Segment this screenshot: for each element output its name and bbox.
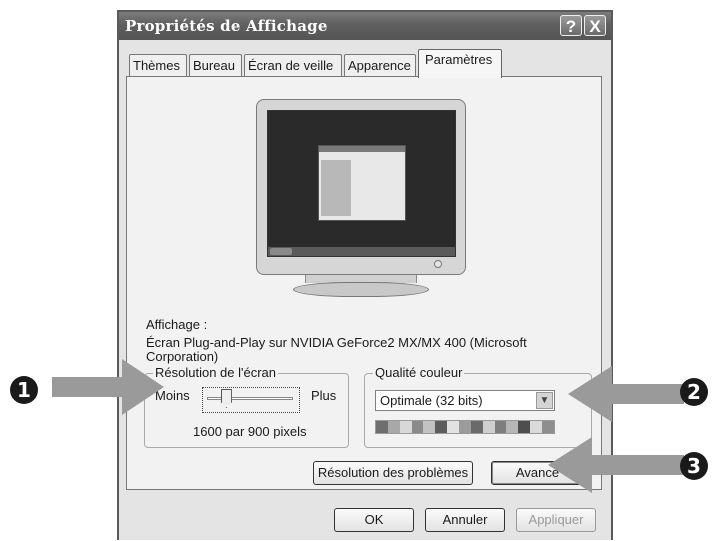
troubleshoot-button[interactable]: Résolution des problèmes xyxy=(313,461,473,485)
monitor-screen xyxy=(267,110,456,257)
resolution-group-label: Résolution de l'écran xyxy=(153,365,278,380)
tab-settings[interactable]: Paramètres xyxy=(418,49,502,78)
ok-button[interactable]: OK xyxy=(334,508,414,532)
display-device-line1: Écran Plug-and-Play sur NVIDIA GeForce2 … xyxy=(146,335,527,350)
tab-screensaver[interactable]: Écran de veille xyxy=(244,54,342,76)
callout-badge-2: 2 xyxy=(680,378,708,406)
color-swatch xyxy=(530,421,543,433)
callout-badge-3: 3 xyxy=(680,452,708,480)
color-swatch xyxy=(542,421,554,433)
close-button[interactable]: X xyxy=(584,15,606,36)
color-swatch xyxy=(494,421,507,433)
apply-button[interactable]: Appliquer xyxy=(516,508,596,532)
window-title: Propriétés de Affichage xyxy=(125,17,328,35)
power-led-icon xyxy=(434,260,442,268)
callout-arrow-3 xyxy=(548,437,684,493)
display-label: Affichage : xyxy=(146,317,208,332)
preview-start-button xyxy=(270,248,292,255)
title-bar[interactable]: Propriétés de Affichage ? X xyxy=(119,12,611,40)
tab-appearance[interactable]: Apparence xyxy=(344,54,416,76)
color-quality-select[interactable]: Optimale (32 bits) ▼ xyxy=(375,390,555,411)
preview-window xyxy=(318,145,406,221)
color-swatch xyxy=(376,421,388,433)
color-sample-bar xyxy=(375,420,555,434)
color-swatch xyxy=(459,421,471,433)
monitor-preview xyxy=(256,99,466,297)
preview-taskbar xyxy=(268,247,455,256)
resolution-more-label: Plus xyxy=(311,388,337,403)
display-properties-window: Propriétés de Affichage ? X Thèmes Burea… xyxy=(117,10,613,540)
monitor-bezel xyxy=(256,99,466,275)
color-swatch xyxy=(518,421,531,433)
cancel-button[interactable]: Annuler xyxy=(425,508,505,532)
resolution-value: 1600 par 900 pixels xyxy=(193,424,307,439)
help-button[interactable]: ? xyxy=(560,15,582,36)
color-swatch xyxy=(423,421,436,433)
callout-arrow-1 xyxy=(52,359,164,415)
resolution-group: Résolution de l'écran Moins Plus 1600 pa… xyxy=(144,365,349,448)
chevron-down-icon[interactable]: ▼ xyxy=(536,392,553,409)
color-swatch xyxy=(387,421,400,433)
color-swatch xyxy=(411,421,424,433)
tab-themes[interactable]: Thèmes xyxy=(129,54,187,76)
color-swatch xyxy=(399,421,412,433)
callout-arrow-2 xyxy=(568,366,684,422)
color-swatch xyxy=(506,421,519,433)
color-swatch xyxy=(482,421,495,433)
monitor-stand xyxy=(293,282,429,297)
tab-desktop[interactable]: Bureau xyxy=(189,54,242,76)
color-swatch xyxy=(470,421,483,433)
color-swatch xyxy=(447,421,460,433)
resolution-slider-track[interactable] xyxy=(207,397,293,400)
callout-badge-1: 1 xyxy=(10,376,38,404)
resolution-slider-focus xyxy=(202,387,300,413)
color-quality-selected: Optimale (32 bits) xyxy=(380,393,483,408)
color-quality-group-label: Qualité couleur xyxy=(373,365,465,380)
color-swatch xyxy=(435,421,448,433)
